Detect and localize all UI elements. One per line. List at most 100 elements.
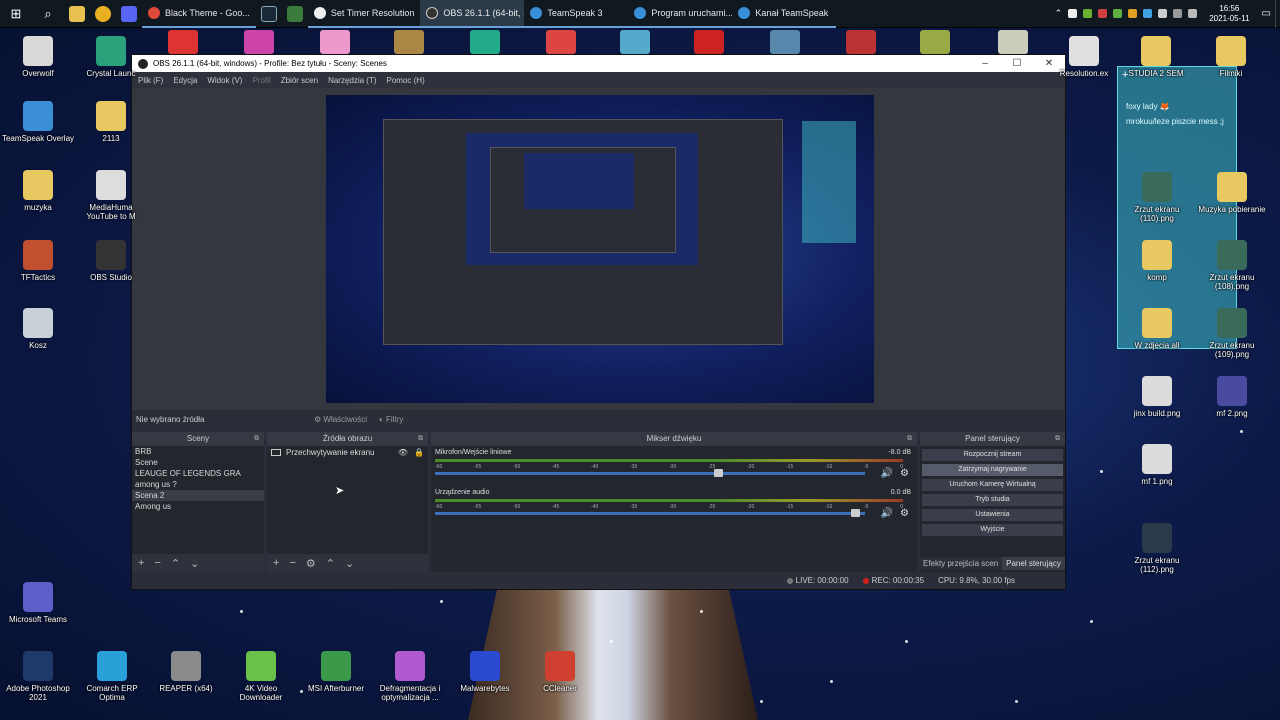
move-down-icon[interactable]: ⌄ (190, 557, 199, 570)
dock-float-icon[interactable]: ⧉ (1055, 432, 1060, 446)
desktop-icon[interactable]: Filmiki (1193, 36, 1269, 78)
taskbar-task-obs[interactable]: OBS 26.1.1 (64-bit, ... (420, 0, 525, 28)
desktop-game-icon[interactable] (998, 30, 1028, 54)
file-explorer-icon[interactable] (64, 1, 90, 27)
menu-help[interactable]: Pomoc (H) (387, 76, 425, 85)
desktop-icon[interactable]: Muzyka pobieranie (1194, 172, 1270, 214)
taskbar-task-program[interactable]: Program uruchami... (628, 0, 733, 28)
control-button[interactable]: Zatrzymaj nagrywanie (922, 464, 1063, 476)
chevron-up-icon[interactable]: ⌃ (1055, 8, 1063, 19)
desktop-icon[interactable]: mf 2.png (1194, 376, 1270, 418)
desktop-game-icon[interactable] (920, 30, 950, 54)
taskbar-task-teamspeak[interactable]: TeamSpeak 3 (524, 0, 629, 28)
desktop-icon[interactable]: jinx build.png (1119, 376, 1195, 418)
desktop-icon[interactable]: Overwolf (0, 36, 76, 78)
desktop-game-icon[interactable] (770, 30, 800, 54)
taskbar-task-timer[interactable]: Set Timer Resolution (307, 0, 421, 28)
add-icon[interactable]: + (138, 557, 144, 569)
desktop-icon[interactable]: Zrzut ekranu (109).png (1194, 308, 1270, 359)
slider-handle[interactable] (851, 509, 861, 517)
discord-icon[interactable] (116, 1, 142, 27)
menu-view[interactable]: Widok (V) (207, 76, 242, 85)
steam-icon[interactable] (256, 1, 282, 27)
tab-transitions[interactable]: Efekty przejścia scen (919, 557, 1003, 570)
preview-canvas[interactable] (326, 95, 874, 403)
remove-icon[interactable]: − (289, 557, 295, 569)
taskbar-task-kanal[interactable]: Kanał TeamSpeak (732, 0, 837, 28)
desktop-icon[interactable]: muzyka (0, 170, 76, 212)
scene-item[interactable]: BRB (132, 446, 264, 457)
menu-tools[interactable]: Narzędzia (T) (328, 76, 376, 85)
desktop-game-icon[interactable] (470, 30, 500, 54)
move-down-icon[interactable]: ⌄ (345, 557, 354, 570)
desktop-icon[interactable]: Adobe Photoshop 2021 (0, 651, 76, 702)
volume-slider[interactable] (435, 469, 865, 477)
properties-button[interactable]: ⚙ Właściwości (314, 415, 367, 424)
remove-icon[interactable]: − (154, 557, 160, 569)
scene-item[interactable]: Scena 2 (132, 490, 264, 501)
desktop-icon[interactable]: MediaHuma YouTube to M (73, 170, 149, 221)
tray-app-icon[interactable] (1068, 9, 1078, 18)
desktop-game-icon[interactable] (394, 30, 424, 54)
desktop-icon[interactable]: Zrzut ekranu (112).png (1119, 523, 1195, 574)
desktop-icon[interactable]: Comarch ERP Optima (74, 651, 150, 702)
desktop-icon[interactable]: komp (1119, 240, 1195, 282)
taskbar-task-chrome[interactable]: Black Theme - Goo... (142, 0, 256, 28)
desktop-icon[interactable]: REAPER (x64) (148, 651, 224, 693)
desktop-game-icon[interactable] (620, 30, 650, 54)
menu-scene-collection[interactable]: Zbiór scen (281, 76, 318, 85)
desktop-icon[interactable]: Kosz (0, 308, 76, 350)
tray-app-icon[interactable] (1113, 9, 1123, 18)
tray-app-icon[interactable] (1143, 9, 1153, 18)
move-up-icon[interactable]: ⌃ (326, 557, 335, 570)
tray-app-icon[interactable] (1098, 9, 1108, 18)
control-button[interactable]: Uruchom Kamerę Wirtualną (922, 479, 1063, 491)
dock-float-icon[interactable]: ⧉ (254, 432, 259, 446)
settings-gear-icon[interactable]: ⚙ (900, 508, 909, 519)
desktop-icon[interactable]: Zrzut ekranu (110).png (1119, 172, 1195, 223)
dock-float-icon[interactable]: ⧉ (418, 432, 423, 446)
norton-icon[interactable] (90, 1, 116, 27)
desktop-icon[interactable]: OBS Studio (73, 240, 149, 282)
show-desktop-button[interactable] (1275, 0, 1280, 28)
volume-slider[interactable] (435, 509, 865, 517)
start-button[interactable]: ⊞ (0, 0, 32, 28)
speaker-icon[interactable]: 🔊 (881, 508, 893, 519)
minimize-button[interactable]: – (969, 58, 1001, 69)
settings-gear-icon[interactable]: ⚙ (900, 468, 909, 479)
control-button[interactable]: Ustawienia (922, 509, 1063, 521)
volume-icon[interactable] (1188, 9, 1198, 18)
visibility-eye-icon[interactable]: 👁 (398, 448, 408, 457)
desktop-icon[interactable]: W zdjecia all (1119, 308, 1195, 350)
desktop-game-icon[interactable] (320, 30, 350, 54)
desktop-game-icon[interactable] (244, 30, 274, 54)
desktop-game-icon[interactable] (694, 30, 724, 54)
desktop-icon[interactable]: Crystal Launc (73, 36, 149, 78)
desktop-icon[interactable]: TeamSpeak Overlay (0, 101, 76, 143)
clock[interactable]: 16:56 2021-05-11 (1203, 4, 1255, 24)
desktop-icon[interactable]: 4K Video Downloader (223, 651, 299, 702)
tab-controls[interactable]: Panel sterujący (1002, 557, 1065, 570)
dock-float-icon[interactable]: ⧉ (907, 432, 912, 446)
desktop-icon[interactable]: Defragmentacja i optymalizacja ... (372, 651, 448, 702)
scene-item[interactable]: Among us (132, 501, 264, 512)
desktop-icon[interactable]: STUDIA 2 SEM (1118, 36, 1194, 78)
obs-title-bar[interactable]: OBS 26.1.1 (64-bit, windows) - Profile: … (132, 55, 1065, 72)
notifications-icon[interactable]: ▭ (1262, 8, 1271, 19)
scene-item[interactable]: LEAUGE OF LEGENDS GRA (132, 468, 264, 479)
app-icon[interactable] (282, 1, 308, 27)
add-icon[interactable]: + (273, 557, 279, 569)
menu-profile[interactable]: Profil (252, 76, 270, 85)
menu-edit[interactable]: Edycja (173, 76, 197, 85)
lock-icon[interactable]: 🔒 (414, 448, 424, 457)
tray-app-icon[interactable] (1158, 9, 1168, 18)
desktop-game-icon[interactable] (846, 30, 876, 54)
maximize-button[interactable]: ☐ (1001, 58, 1033, 69)
slider-handle[interactable] (713, 469, 723, 477)
desktop-icon[interactable]: TFTactics (0, 240, 76, 282)
speaker-icon[interactable]: 🔊 (881, 468, 893, 479)
desktop-game-icon[interactable] (168, 30, 198, 54)
control-button[interactable]: Wyjście (922, 524, 1063, 536)
tray-nvidia-icon[interactable] (1083, 9, 1093, 18)
move-up-icon[interactable]: ⌃ (171, 557, 180, 570)
